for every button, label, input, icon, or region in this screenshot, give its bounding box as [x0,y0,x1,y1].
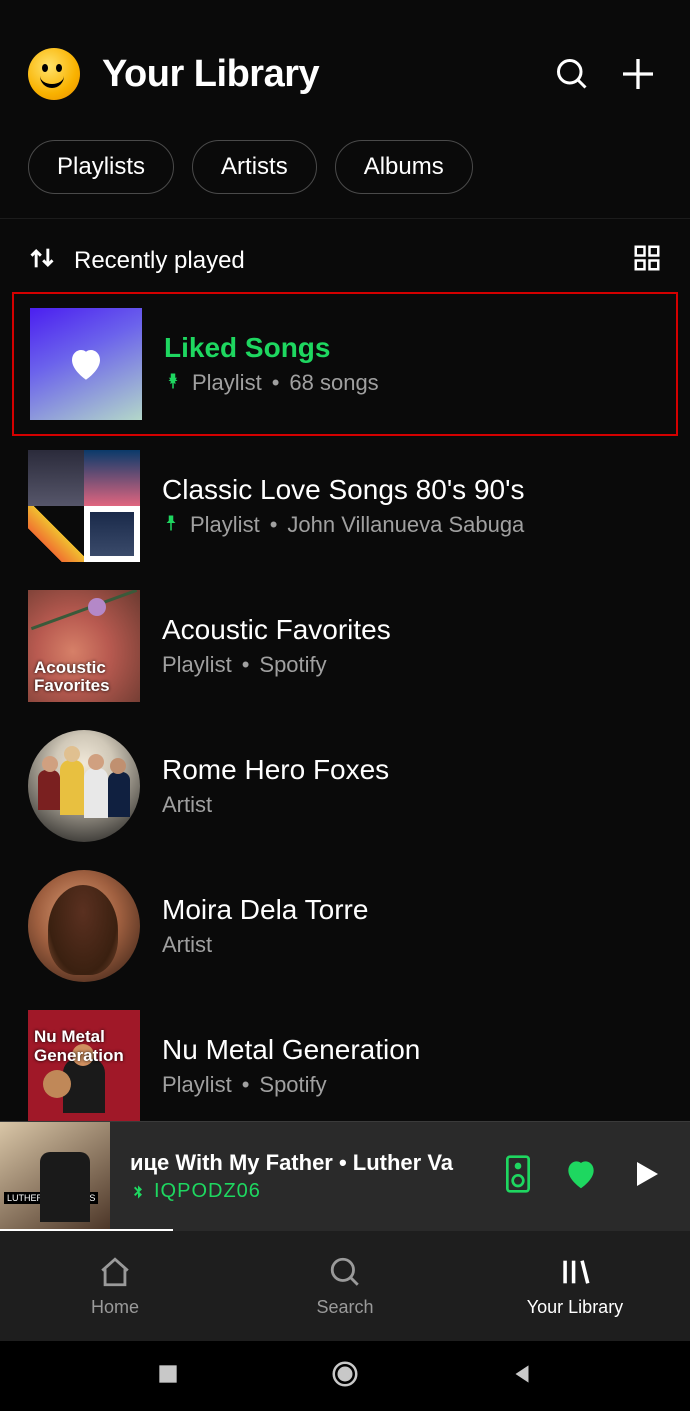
tab-label: Your Library [527,1297,623,1318]
art-overlay-text: Nu Metal Generation [34,1028,134,1065]
item-title: Acoustic Favorites [162,614,391,646]
item-subtitle: Playlist • Spotify [162,652,391,678]
profile-avatar[interactable] [28,48,80,100]
search-icon[interactable] [548,56,596,92]
now-playing-device[interactable]: IQPODZ06 [130,1180,488,1203]
page-title: Your Library [102,53,548,96]
system-recents-icon[interactable] [155,1361,181,1392]
liked-songs-art [30,308,142,420]
playlist-art [28,450,140,562]
grid-view-icon[interactable] [632,243,662,278]
list-item[interactable]: Rome Hero Foxes Artist [12,716,678,856]
chip-albums[interactable]: Albums [335,140,473,194]
filter-chips: Playlists Artists Albums [0,120,690,219]
artist-art [28,730,140,842]
item-title: Nu Metal Generation [162,1034,420,1066]
item-subtitle: Playlist • Spotify [162,1072,420,1098]
playlist-art: Acoustic Favorites [28,590,140,702]
pin-icon [162,512,180,538]
library-header: Your Library [0,0,690,120]
list-item[interactable]: Acoustic Favorites Acoustic Favorites Pl… [12,576,678,716]
list-item[interactable]: Nu Metal Generation Nu Metal Generation … [12,996,678,1136]
sort-label[interactable]: Recently played [74,247,632,275]
item-subtitle: Artist [162,792,389,818]
item-title: Classic Love Songs 80's 90's [162,474,524,506]
sort-icon[interactable] [28,244,56,277]
chip-artists[interactable]: Artists [192,140,317,194]
system-nav-bar [0,1341,690,1411]
bottom-tab-bar: Home Search Your Library [0,1231,690,1341]
system-home-icon[interactable] [330,1359,360,1394]
tab-label: Search [316,1297,373,1318]
play-icon[interactable] [628,1156,664,1197]
search-icon [328,1255,362,1289]
add-icon[interactable] [614,54,662,94]
now-playing-bar[interactable]: LUTHER VANDROSS ице With My Father • Lut… [0,1121,690,1231]
item-subtitle: Playlist • John Villanueva Sabuga [162,512,524,538]
list-item[interactable]: Classic Love Songs 80's 90's Playlist • … [12,436,678,576]
now-playing-title: ице With My Father • Luther Va [130,1150,488,1176]
art-overlay-text: Acoustic Favorites [34,659,134,696]
bluetooth-icon [130,1184,146,1200]
library-list: Liked Songs Playlist • 68 songs Classic … [0,292,690,1136]
list-item-liked-songs[interactable]: Liked Songs Playlist • 68 songs [12,292,678,436]
item-title: Rome Hero Foxes [162,754,389,786]
list-item[interactable]: Moira Dela Torre Artist [12,856,678,996]
library-icon [558,1255,592,1289]
artist-art [28,870,140,982]
now-playing-art: LUTHER VANDROSS [0,1122,110,1232]
playlist-art: Nu Metal Generation [28,1010,140,1122]
item-subtitle: Playlist • 68 songs [164,370,379,396]
sort-row: Recently played [0,219,690,292]
like-icon[interactable] [562,1155,600,1198]
chip-playlists[interactable]: Playlists [28,140,174,194]
item-subtitle: Artist [162,932,368,958]
tab-home[interactable]: Home [0,1231,230,1341]
tab-search[interactable]: Search [230,1231,460,1341]
home-icon [98,1255,132,1289]
item-title: Moira Dela Torre [162,894,368,926]
system-back-icon[interactable] [509,1361,535,1392]
item-title: Liked Songs [164,332,379,364]
pin-icon [164,370,182,396]
tab-your-library[interactable]: Your Library [460,1231,690,1341]
devices-icon[interactable] [502,1154,534,1199]
tab-label: Home [91,1297,139,1318]
now-playing-art-label: LUTHER VANDROSS [4,1192,98,1204]
heart-icon [65,343,107,385]
